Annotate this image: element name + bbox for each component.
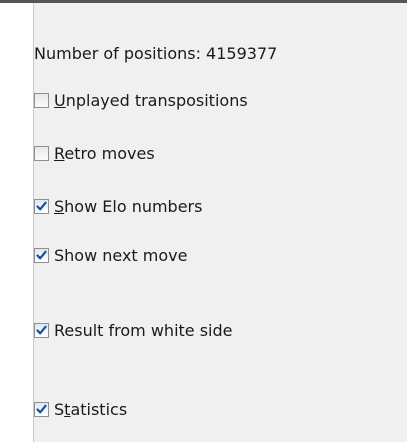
show-next-move-option[interactable]: Show next move	[34, 243, 187, 267]
checkmark-icon	[36, 404, 47, 413]
statistics-checkbox[interactable]	[34, 401, 49, 417]
unplayed-transpositions-checkbox[interactable]	[34, 92, 49, 108]
show-elo-numbers-option[interactable]: Show Elo numbers	[34, 194, 202, 218]
checkmark-icon	[36, 325, 47, 334]
show-elo-numbers-checkbox[interactable]	[34, 198, 49, 214]
retro-moves-checkbox[interactable]	[34, 145, 49, 161]
unplayed-transpositions-option[interactable]: Unplayed transpositions	[34, 88, 248, 112]
show-next-move-checkbox[interactable]	[34, 247, 49, 263]
result-from-white-side-option[interactable]: Result from white side	[34, 318, 233, 342]
checkmark-icon	[36, 201, 47, 210]
unplayed-transpositions-label: Unplayed transpositions	[54, 90, 248, 110]
show-elo-numbers-label: Show Elo numbers	[54, 196, 203, 216]
retro-moves-label: Retro moves	[54, 143, 155, 163]
checkmark-icon	[36, 250, 47, 259]
retro-moves-option[interactable]: Retro moves	[34, 141, 155, 165]
positions-count-label: Number of positions: 4159377	[34, 44, 278, 63]
options-panel	[33, 3, 407, 442]
show-next-move-label: Show next move	[54, 245, 188, 265]
statistics-option[interactable]: Statistics	[34, 397, 127, 421]
result-from-white-side-checkbox[interactable]	[34, 322, 49, 338]
statistics-label: Statistics	[54, 399, 128, 419]
result-from-white-side-label: Result from white side	[54, 320, 233, 340]
